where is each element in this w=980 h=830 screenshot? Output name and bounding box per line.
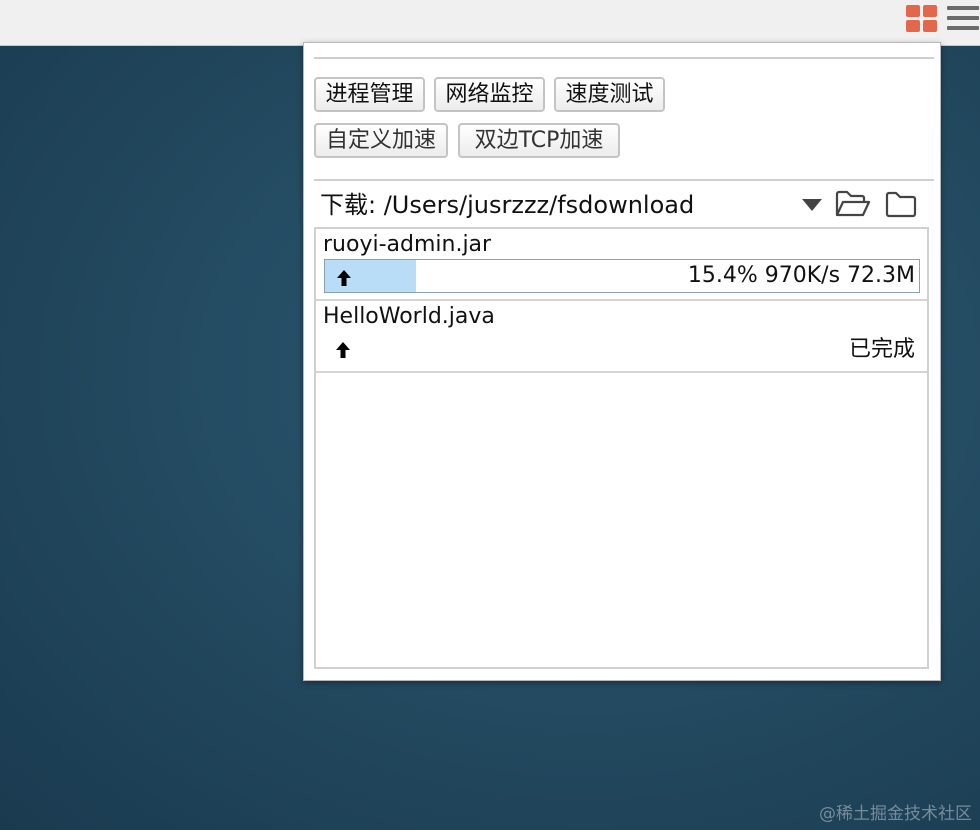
open-folder-icon[interactable] (834, 189, 872, 219)
transfer-stats: 15.4% 970K/s 72.3M (687, 263, 915, 288)
file-name: ruoyi-admin.jar (323, 232, 492, 257)
list-item[interactable]: ruoyi-admin.jar 15.4% 970K/s 72.3M (316, 229, 927, 301)
hamburger-menu-icon[interactable] (947, 6, 979, 32)
transfer-list: ruoyi-admin.jar 15.4% 970K/s 72.3M Hello… (314, 227, 929, 669)
top-toolbar (0, 0, 980, 46)
middle-divider (314, 179, 934, 181)
list-item[interactable]: HelloWorld.java 已完成 (316, 301, 927, 373)
speed-test-button[interactable]: 速度测试 (554, 77, 665, 112)
custom-acceleration-button[interactable]: 自定义加速 (314, 123, 448, 158)
status-label: 已完成 (848, 337, 915, 362)
download-path-label: 下载: /Users/jusrzzz/fsdownload (320, 191, 695, 219)
upload-arrow-icon (336, 342, 350, 358)
network-monitor-button[interactable]: 网络监控 (434, 77, 545, 112)
apps-grid-icon[interactable] (906, 5, 938, 32)
watermark: @稀土掘金技术社区 (819, 804, 972, 824)
process-manager-button[interactable]: 进程管理 (314, 77, 425, 112)
top-divider (314, 57, 934, 59)
dropdown-arrow-icon[interactable] (801, 197, 823, 213)
progress-bar: 15.4% 970K/s 72.3M (324, 259, 920, 293)
file-name: HelloWorld.java (323, 304, 495, 329)
folder-icon[interactable] (884, 189, 918, 219)
bilateral-tcp-acceleration-button[interactable]: 双边TCP加速 (458, 123, 620, 158)
upload-arrow-icon (337, 270, 351, 286)
